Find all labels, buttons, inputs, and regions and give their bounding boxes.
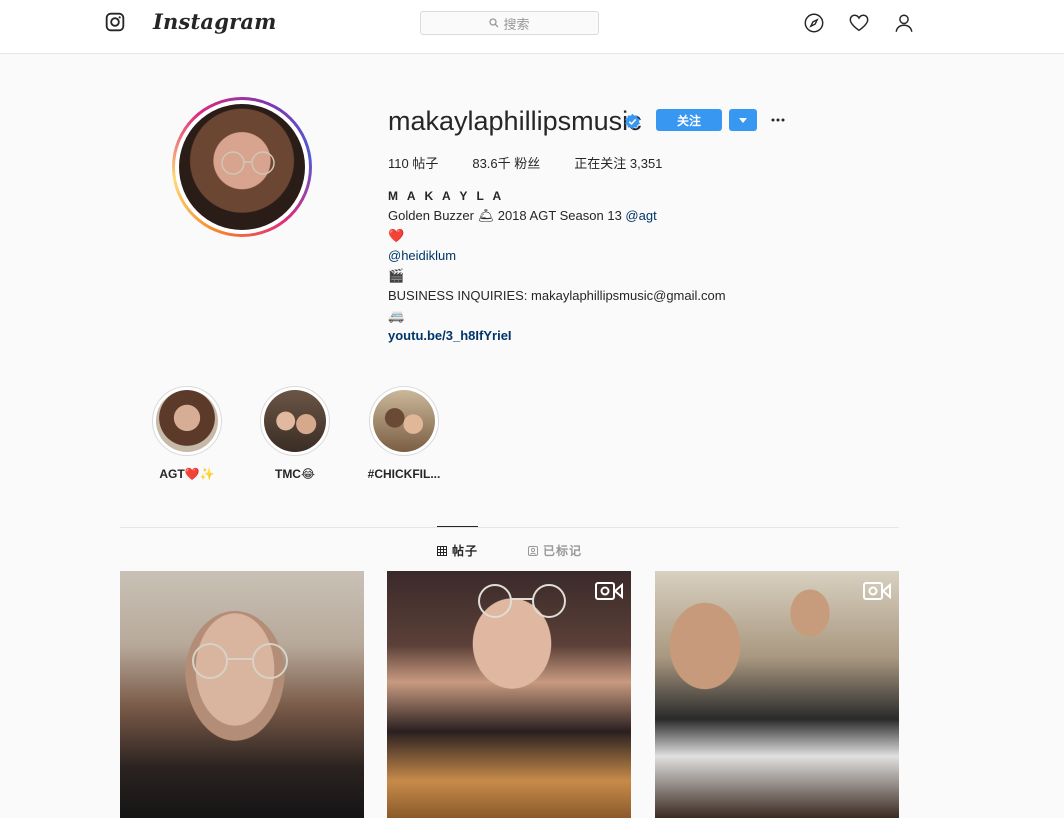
post-subject-face bbox=[660, 591, 750, 701]
highlight-cover-frame bbox=[152, 386, 222, 456]
mention-link-agt[interactable]: @agt bbox=[625, 208, 656, 223]
post-thumbnail[interactable] bbox=[655, 571, 899, 818]
highlight-label: TMC😂 bbox=[274, 467, 315, 481]
grid-icon bbox=[437, 545, 447, 556]
following-count[interactable]: 正在关注 3,351 bbox=[574, 153, 662, 172]
highlight-cover-frame bbox=[369, 386, 439, 456]
avatar-frame bbox=[175, 100, 309, 234]
heart-emoji: ❤️ bbox=[388, 228, 405, 243]
caret-down-icon bbox=[739, 117, 747, 123]
highlight-cover-image bbox=[264, 390, 326, 452]
post-thumbnail[interactable] bbox=[120, 571, 364, 818]
verified-badge-icon bbox=[625, 113, 640, 130]
top-nav: Instagram 搜索 bbox=[0, 0, 1064, 54]
tab-posts-label: 帖子 bbox=[452, 544, 479, 558]
profile-username: makaylaphillipsmusic bbox=[388, 106, 642, 136]
suggestions-dropdown-button[interactable] bbox=[729, 109, 757, 131]
highlight-label: #CHICKFIL... bbox=[367, 467, 441, 481]
post-subject-face bbox=[785, 583, 835, 643]
followers-count[interactable]: 83.6千 粉丝 bbox=[472, 153, 540, 172]
highlight-agt[interactable]: AGT❤️✨ bbox=[142, 386, 232, 481]
instagram-wordmark[interactable]: Instagram bbox=[153, 9, 277, 34]
avatar-glasses-graphic bbox=[221, 151, 275, 175]
bio-text: Golden Buzzer 🛎 2018 AGT Season 13 bbox=[388, 208, 626, 223]
tab-tagged[interactable]: 已标记 bbox=[528, 542, 582, 559]
heart-icon[interactable] bbox=[848, 12, 870, 34]
highlight-cover-image bbox=[156, 390, 218, 452]
bio-line-agt: Golden Buzzer 🛎 2018 AGT Season 13 @agt bbox=[388, 206, 808, 226]
van-emoji: 🚐 bbox=[388, 308, 405, 323]
search-input[interactable]: 搜索 bbox=[420, 11, 599, 35]
tab-tagged-label: 已标记 bbox=[543, 544, 583, 558]
search-icon bbox=[489, 18, 499, 28]
video-icon bbox=[595, 582, 623, 600]
profile-icon[interactable] bbox=[893, 12, 915, 34]
more-options-icon[interactable] bbox=[768, 110, 788, 130]
post-glasses-graphic bbox=[192, 643, 288, 679]
bio-external-link[interactable]: youtu.be/3_h8IfYrieI bbox=[388, 328, 512, 343]
profile-bio: M A K A Y L A Golden Buzzer 🛎 2018 AGT S… bbox=[388, 186, 808, 346]
clapper-emoji: 🎬 bbox=[388, 268, 405, 283]
instagram-logo-icon[interactable] bbox=[105, 12, 125, 32]
highlight-cover-frame bbox=[260, 386, 330, 456]
compass-icon[interactable] bbox=[803, 12, 825, 34]
avatar-photo bbox=[179, 104, 305, 230]
post-glasses-graphic bbox=[478, 584, 566, 618]
tabs-divider bbox=[120, 527, 899, 528]
follow-button[interactable]: 关注 bbox=[656, 109, 722, 131]
search-placeholder: 搜索 bbox=[503, 16, 530, 32]
highlight-label: AGT❤️✨ bbox=[159, 467, 215, 481]
tab-posts[interactable]: 帖子 bbox=[437, 542, 478, 559]
posts-count: 110 帖子 bbox=[388, 156, 439, 171]
profile-avatar[interactable] bbox=[172, 97, 312, 237]
business-inquiries-text: BUSINESS INQUIRIES: makaylaphillipsmusic… bbox=[388, 288, 726, 303]
mention-link-heidiklum[interactable]: @heidiklum bbox=[388, 248, 456, 263]
highlight-tmc[interactable]: TMC😂 bbox=[250, 386, 340, 481]
highlight-cover-image bbox=[373, 390, 435, 452]
bio-display-name: M A K A Y L A bbox=[388, 189, 505, 203]
video-icon bbox=[863, 582, 891, 600]
tagged-icon bbox=[528, 545, 538, 556]
active-tab-indicator bbox=[437, 526, 478, 527]
profile-stats: 110 帖子 83.6千 粉丝 正在关注 3,351 bbox=[388, 153, 696, 172]
post-thumbnail[interactable] bbox=[387, 571, 631, 818]
highlight-chickfila[interactable]: #CHICKFIL... bbox=[359, 386, 449, 481]
